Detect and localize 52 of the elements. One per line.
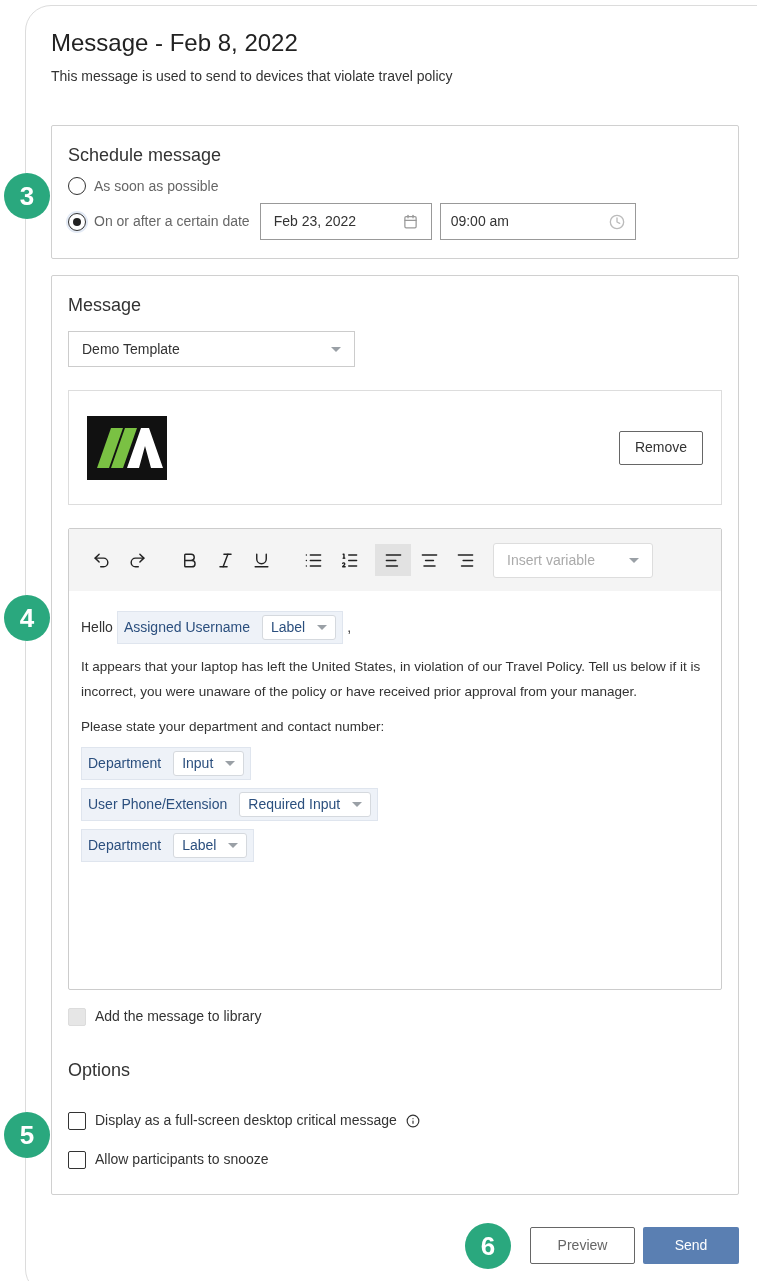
variable-type-dropdown[interactable]: Required Input bbox=[239, 792, 372, 817]
variable-chip[interactable]: Department Input bbox=[81, 747, 252, 780]
greeting-text: Hello bbox=[81, 618, 113, 637]
variable-name: User Phone/Extension bbox=[88, 795, 228, 814]
page-subtitle: This message is used to send to devices that violate travel policy bbox=[51, 67, 454, 86]
variable-chip[interactable]: Department Label bbox=[81, 829, 255, 862]
dropdown-caret-icon bbox=[331, 346, 341, 352]
radio-label: On or after a certain date bbox=[94, 212, 250, 231]
template-dropdown[interactable]: Demo Template bbox=[68, 331, 355, 367]
logo-icon bbox=[87, 415, 167, 480]
dropdown-caret-icon bbox=[352, 802, 363, 807]
time-value: 09:00 am bbox=[450, 212, 509, 231]
variable-name: Assigned Username bbox=[123, 618, 250, 637]
step-number-badge: 5 bbox=[4, 1112, 50, 1158]
insert-variable-placeholder: Insert variable bbox=[507, 550, 595, 570]
clock-icon bbox=[608, 213, 625, 230]
time-field[interactable]: 09:00 am bbox=[439, 203, 636, 240]
variable-type-dropdown[interactable]: Input bbox=[173, 751, 245, 776]
variable-type-dropdown[interactable]: Label bbox=[261, 615, 337, 640]
dropdown-caret-icon bbox=[225, 761, 236, 766]
checkbox-label: Add the message to library bbox=[95, 1007, 262, 1026]
dropdown-caret-icon bbox=[629, 557, 639, 563]
numbers-icon bbox=[339, 550, 359, 570]
variable-chip[interactable]: Assigned Username Label bbox=[116, 611, 344, 644]
date-field[interactable]: Feb 23, 2022 bbox=[259, 203, 432, 240]
template-value: Demo Template bbox=[82, 339, 180, 359]
variable-chip[interactable]: User Phone/Extension Required Input bbox=[81, 788, 379, 821]
date-value: Feb 23, 2022 bbox=[273, 212, 357, 231]
section-title: Message bbox=[68, 294, 143, 317]
message-paragraph: It appears that your laptop has left the United States, in violation of our Travel Policy. Tell us below if it is incorrect, you were unaware of the policy or have received prior approval from your manager. bbox=[81, 658, 701, 701]
variable-type-dropdown[interactable]: Label bbox=[173, 833, 248, 858]
section-title: Options bbox=[68, 1059, 132, 1082]
radio-button[interactable] bbox=[68, 212, 86, 231]
radio-label: As soon as possible bbox=[94, 176, 219, 196]
step-number-badge: 3 bbox=[4, 173, 50, 219]
align-left-button[interactable] bbox=[375, 544, 411, 576]
calendar-icon bbox=[402, 214, 418, 229]
remove-button[interactable]: Remove bbox=[619, 430, 703, 465]
variable-name: Department bbox=[88, 836, 162, 855]
preview-button[interactable]: Preview bbox=[530, 1227, 635, 1264]
variable-name: Department bbox=[88, 754, 162, 773]
page-title: Message - Feb 8, 2022 bbox=[51, 28, 299, 58]
checkbox-label: Display as a full-screen desktop critical message bbox=[95, 1111, 397, 1130]
send-button[interactable]: Send bbox=[643, 1227, 739, 1264]
info-icon[interactable] bbox=[405, 1113, 420, 1128]
message-paragraph: Please state your department and contact number: bbox=[81, 718, 386, 736]
step-number-badge: 4 bbox=[4, 595, 50, 641]
checkbox-label: Allow participants to snooze bbox=[95, 1150, 269, 1169]
comma-text: , bbox=[347, 618, 352, 637]
dropdown-caret-icon bbox=[228, 843, 239, 848]
dropdown-caret-icon bbox=[317, 625, 328, 630]
section-title: Schedule message bbox=[68, 144, 223, 167]
